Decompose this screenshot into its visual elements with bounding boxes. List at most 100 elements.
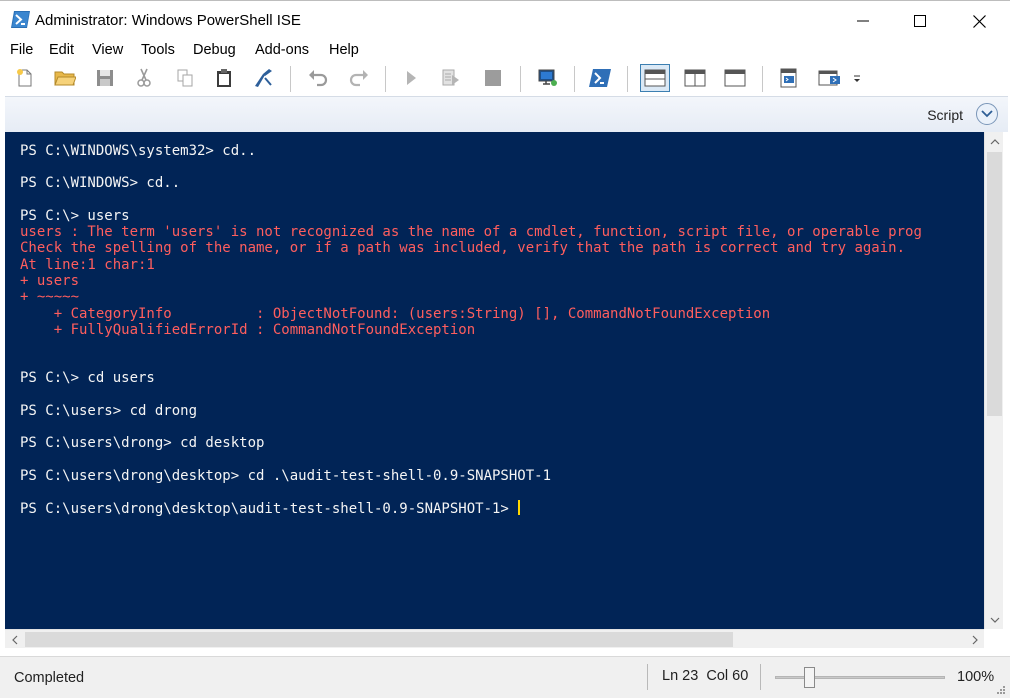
redo-icon — [349, 70, 368, 87]
close-button[interactable] — [950, 1, 1008, 41]
open-folder-icon — [54, 71, 76, 86]
chevron-down-icon — [854, 75, 860, 82]
undo-button[interactable] — [305, 65, 331, 91]
vertical-scroll-thumb[interactable] — [987, 152, 1002, 416]
run-icon — [407, 71, 416, 85]
horizontal-scroll-thumb[interactable] — [25, 632, 733, 647]
powershell-icon — [589, 69, 611, 87]
toolbar-overflow-button[interactable] — [852, 65, 862, 91]
redo-button[interactable] — [346, 65, 372, 91]
paste-button[interactable] — [211, 65, 237, 91]
toolbar-separator — [574, 66, 575, 92]
layout-right-icon — [684, 69, 706, 87]
new-file-button[interactable] — [12, 65, 38, 91]
console-line: PS C:\WINDOWS> cd.. — [20, 175, 181, 191]
toolbar — [0, 62, 1010, 96]
status-text: Completed — [14, 670, 85, 686]
start-powershell-button[interactable] — [587, 65, 613, 91]
chevron-up-icon — [990, 138, 999, 144]
show-command-window-button[interactable] — [776, 65, 802, 91]
console-error-line: Check the spelling of the name, or if a … — [20, 240, 906, 256]
title-bar: Administrator: Windows PowerShell ISE — [0, 0, 1010, 40]
menu-bar: File Edit View Tools Debug Add-ons Help — [0, 40, 1010, 62]
toolbar-separator — [520, 66, 521, 92]
show-script-right-button[interactable] — [682, 65, 708, 91]
menu-add-ons[interactable]: Add-ons — [255, 42, 309, 58]
clear-console-button[interactable] — [250, 65, 276, 91]
save-button[interactable] — [92, 65, 118, 91]
close-icon — [972, 14, 986, 28]
console-line: PS C:\users\drong> cd desktop — [20, 435, 265, 451]
column-number: Col 60 — [706, 668, 749, 684]
scroll-down-button[interactable] — [985, 610, 1004, 629]
maximize-icon — [914, 15, 926, 27]
text-cursor — [518, 500, 521, 515]
console-pane[interactable]: PS C:\WINDOWS\system32> cd.. PS C:\WINDOW… — [5, 132, 984, 629]
stop-button[interactable] — [480, 65, 506, 91]
new-file-icon — [17, 69, 32, 87]
toolbar-separator — [762, 66, 763, 92]
console-line: PS C:\users\drong\desktop\audit-test-she… — [20, 500, 521, 517]
show-script-pane-button[interactable] — [976, 103, 998, 125]
command-window-icon — [780, 68, 797, 88]
undo-icon — [309, 70, 328, 87]
powershell-ise-icon — [11, 11, 30, 28]
clear-console-icon — [255, 69, 272, 87]
resize-grip-icon[interactable] — [996, 685, 1006, 695]
save-icon — [97, 70, 113, 86]
script-pane-header: Script — [5, 96, 1008, 132]
minimize-button[interactable] — [834, 1, 892, 41]
menu-file[interactable]: File — [10, 42, 33, 58]
copy-icon — [177, 69, 193, 87]
console-error-line: users : The term 'users' is not recogniz… — [20, 224, 922, 240]
zoom-level: 100% — [957, 669, 995, 685]
run-selection-icon — [442, 69, 459, 86]
console-line: PS C:\users\drong\desktop> cd .\audit-te… — [20, 468, 552, 484]
cut-button[interactable] — [131, 65, 157, 91]
menu-view[interactable]: View — [92, 42, 123, 58]
open-button[interactable] — [52, 65, 78, 91]
line-number: Ln 23 — [662, 668, 699, 684]
run-script-button[interactable] — [398, 65, 424, 91]
show-script-top-button[interactable] — [640, 64, 670, 92]
script-label: Script — [927, 107, 963, 123]
cursor-position: Ln 23 Col 60 — [662, 668, 748, 684]
layout-top-icon — [644, 69, 666, 87]
show-script-maximized-button[interactable] — [722, 65, 748, 91]
console-line: PS C:\WINDOWS\system32> cd.. — [20, 143, 257, 159]
stop-icon — [485, 70, 501, 86]
console-line: PS C:\users> cd drong — [20, 403, 198, 419]
console-error-line: At line:1 char:1 — [20, 257, 155, 273]
zoom-slider-thumb[interactable] — [804, 667, 815, 688]
status-bar: Completed Ln 23 Col 60 100% — [0, 656, 1010, 698]
maximize-button[interactable] — [891, 1, 949, 41]
console-error-line: + FullyQualifiedErrorId : CommandNotFoun… — [20, 322, 476, 338]
zoom-slider[interactable] — [775, 676, 945, 679]
scroll-up-button[interactable] — [985, 132, 1004, 151]
show-command-addon-button[interactable] — [817, 65, 843, 91]
toolbar-separator — [385, 66, 386, 92]
toolbar-separator — [627, 66, 628, 92]
console-error-line: + users — [20, 273, 80, 289]
status-separator — [647, 664, 648, 690]
toolbar-separator — [290, 66, 291, 92]
horizontal-scrollbar[interactable] — [5, 629, 984, 648]
console-line: PS C:\> users — [20, 208, 130, 224]
vertical-scrollbar[interactable] — [984, 132, 1003, 629]
console-error-line: + CategoryInfo : ObjectNotFound: (users:… — [20, 306, 771, 322]
scroll-left-button[interactable] — [5, 630, 24, 649]
menu-help[interactable]: Help — [329, 42, 359, 58]
chevron-right-icon — [972, 635, 978, 644]
remote-computer-icon — [538, 69, 557, 86]
scroll-right-button[interactable] — [965, 630, 984, 649]
copy-button[interactable] — [172, 65, 198, 91]
chevron-down-icon — [990, 617, 999, 623]
menu-tools[interactable]: Tools — [141, 42, 175, 58]
new-remote-tab-button[interactable] — [534, 65, 560, 91]
menu-edit[interactable]: Edit — [49, 42, 74, 58]
paste-icon — [217, 69, 231, 87]
run-selection-button[interactable] — [438, 65, 464, 91]
chevron-down-icon — [981, 110, 993, 118]
minimize-icon — [857, 20, 869, 22]
menu-debug[interactable]: Debug — [193, 42, 236, 58]
